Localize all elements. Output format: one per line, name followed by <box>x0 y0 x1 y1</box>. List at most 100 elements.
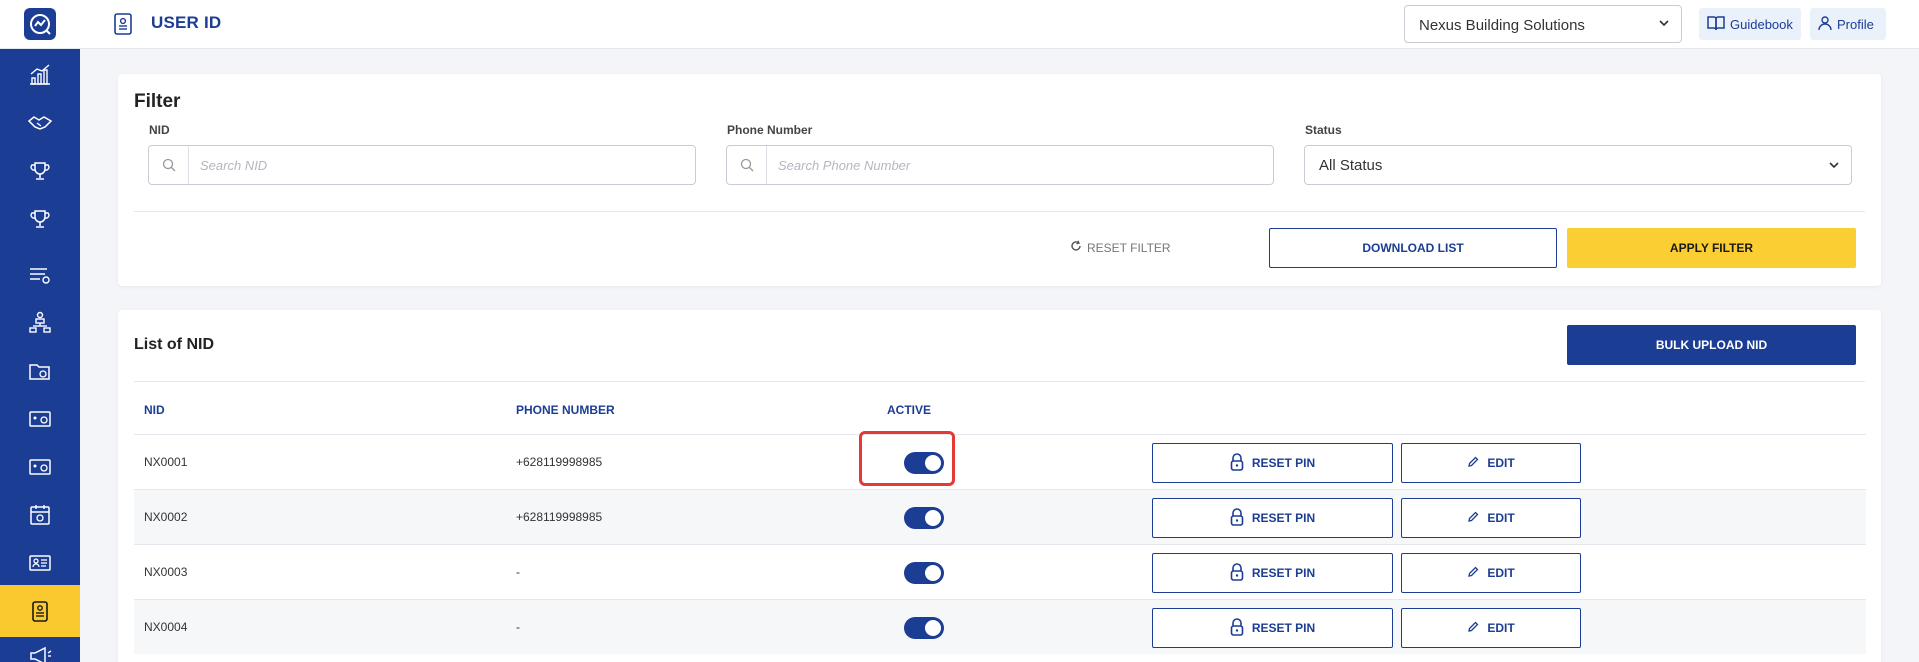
toggle-knob <box>925 565 941 581</box>
reset-pin-label: RESET PIN <box>1251 566 1316 580</box>
phone-cell: +628119998985 <box>516 455 603 469</box>
folder-plus-icon <box>29 364 50 380</box>
phone-cell: +628119998985 <box>516 510 603 524</box>
active-toggle[interactable] <box>904 617 944 639</box>
pencil-icon <box>1467 511 1479 526</box>
pencil-icon <box>1467 566 1479 581</box>
top-header: USER ID Nexus Building Solutions Guidebo… <box>80 0 1919 49</box>
sidebar-item-contacts[interactable] <box>0 539 80 587</box>
user-icon <box>1817 15 1833 34</box>
edit-button[interactable]: EDIT <box>1401 608 1581 648</box>
active-toggle[interactable] <box>904 562 944 584</box>
pencil-icon <box>1467 456 1479 471</box>
sidebar-item-folders[interactable] <box>0 347 80 395</box>
company-select-value: Nexus Building Solutions <box>1419 17 1585 34</box>
list-settings-icon <box>30 268 50 284</box>
refresh-icon <box>1070 240 1082 255</box>
user-id-icon <box>113 12 133 41</box>
sidebar-item-achievements[interactable] <box>0 195 80 243</box>
pencil-icon <box>1467 621 1479 636</box>
sidebar-item-rewards[interactable] <box>0 147 80 195</box>
reset-pin-button[interactable]: RESET PIN <box>1152 443 1393 483</box>
filter-card: Filter NID Phone Number Status All Statu… <box>118 74 1881 286</box>
edit-button[interactable]: EDIT <box>1401 498 1581 538</box>
sidebar-item-list-settings[interactable] <box>0 251 80 299</box>
org-chart-icon <box>29 311 51 333</box>
book-icon <box>1706 15 1726 34</box>
phone-search-box <box>726 145 1274 185</box>
column-header-active[interactable]: ACTIVE <box>887 403 931 417</box>
contact-card-icon <box>29 555 51 571</box>
phone-cell: - <box>516 565 520 579</box>
status-label: Status <box>1305 123 1342 137</box>
toggle-knob <box>925 620 941 636</box>
reset-pin-button[interactable]: RESET PIN <box>1152 553 1393 593</box>
sidebar-item-calendar[interactable] <box>0 491 80 539</box>
bulk-upload-nid-button[interactable]: BULK UPLOAD NID <box>1567 325 1856 365</box>
toggle-knob <box>925 510 941 526</box>
status-select-value: All Status <box>1319 157 1383 174</box>
sidebar-item-cards-2[interactable] <box>0 443 80 491</box>
phone-label: Phone Number <box>727 123 813 137</box>
chevron-down-icon <box>1827 158 1841 176</box>
trophy-icon <box>30 210 50 228</box>
lock-icon <box>1230 617 1244 639</box>
nid-list-card: List of NID BULK UPLOAD NID NID PHONE NU… <box>118 310 1881 662</box>
edit-label: EDIT <box>1487 621 1515 635</box>
nid-label: NID <box>149 123 170 137</box>
edit-button[interactable]: EDIT <box>1401 443 1581 483</box>
table-row: NX0004 - RESET PIN EDIT <box>134 599 1866 654</box>
phone-cell: - <box>516 620 520 634</box>
bulk-upload-label: BULK UPLOAD NID <box>1655 338 1768 352</box>
reset-pin-button[interactable]: RESET PIN <box>1152 608 1393 648</box>
logo-icon <box>24 8 56 40</box>
sidebar <box>0 0 80 662</box>
active-toggle[interactable] <box>904 507 944 529</box>
column-header-phone[interactable]: PHONE NUMBER <box>516 403 615 417</box>
edit-button[interactable]: EDIT <box>1401 553 1581 593</box>
status-select[interactable]: All Status <box>1304 145 1852 185</box>
nid-search-box <box>148 145 696 185</box>
megaphone-icon <box>30 646 52 662</box>
highlight-box <box>859 431 955 486</box>
nid-cell: NX0003 <box>144 565 188 579</box>
download-list-label: DOWNLOAD LIST <box>1362 241 1464 255</box>
guidebook-button[interactable]: Guidebook <box>1699 8 1801 40</box>
download-list-button[interactable]: DOWNLOAD LIST <box>1269 228 1557 268</box>
handshake-icon <box>27 116 53 130</box>
lock-icon <box>1230 452 1244 474</box>
trophy-icon <box>30 162 50 180</box>
apply-filter-label: APPLY FILTER <box>1669 241 1754 255</box>
calendar-dollar-icon <box>30 505 50 525</box>
sidebar-item-partners[interactable] <box>0 99 80 147</box>
search-icon <box>727 146 767 184</box>
edit-label: EDIT <box>1487 456 1515 470</box>
table-row: NX0003 - RESET PIN EDIT <box>134 544 1866 599</box>
edit-label: EDIT <box>1487 511 1515 525</box>
nid-search-input[interactable] <box>190 146 690 184</box>
reset-filter-label: RESET FILTER <box>1087 240 1171 255</box>
nid-cell: NX0002 <box>144 510 188 524</box>
sidebar-item-organization[interactable] <box>0 299 80 347</box>
profile-button[interactable]: Profile <box>1810 8 1886 40</box>
reset-pin-label: RESET PIN <box>1251 511 1316 525</box>
app-logo[interactable] <box>0 0 80 49</box>
nid-cell: NX0004 <box>144 620 188 634</box>
phone-search-input[interactable] <box>768 146 1268 184</box>
reset-pin-button[interactable]: RESET PIN <box>1152 498 1393 538</box>
page-title: USER ID <box>151 13 222 32</box>
sidebar-item-dashboard[interactable] <box>0 51 80 99</box>
profile-label: Profile <box>1837 16 1874 32</box>
apply-filter-button[interactable]: APPLY FILTER <box>1567 228 1856 268</box>
column-header-nid[interactable]: NID <box>144 403 165 417</box>
sidebar-item-announcements[interactable] <box>0 637 80 662</box>
sidebar-item-cards-1[interactable] <box>0 395 80 443</box>
reset-pin-label: RESET PIN <box>1251 621 1316 635</box>
table-row: NX0002 +628119998985 RESET PIN EDIT <box>134 489 1866 544</box>
search-icon <box>149 146 189 184</box>
reset-filter-button[interactable]: RESET FILTER <box>1070 240 1171 255</box>
company-select[interactable]: Nexus Building Solutions <box>1404 5 1682 43</box>
id-card-settings-icon <box>29 459 51 475</box>
filter-divider <box>134 211 1865 212</box>
sidebar-item-user-id[interactable] <box>0 585 80 637</box>
